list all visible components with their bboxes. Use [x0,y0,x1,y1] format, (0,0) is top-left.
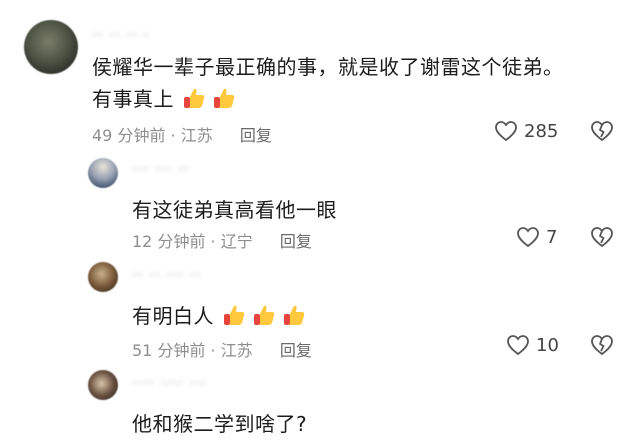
broken-heart-icon[interactable] [590,226,614,248]
like-count: 10 [536,334,559,356]
comment-text: 他和猴二学到啥了? [132,412,308,436]
separator: · [210,341,216,360]
location: 江苏 [220,341,253,360]
username[interactable]: ·· ·· ·· · [92,26,150,44]
comment-text-line2: 有事真上 [92,82,241,116]
comment-meta: 49 分钟前 · 江苏 回复 [92,122,272,146]
reply-button[interactable]: 回复 [240,126,272,145]
timestamp: 51 分钟前 [132,341,206,360]
like-count: 7 [546,226,558,248]
heart-icon [494,120,518,142]
like-button[interactable]: 285 [494,120,558,142]
like-button[interactable]: 10 [506,334,559,356]
heart-icon [506,334,530,356]
timestamp: 12 分钟前 [132,232,206,251]
like-button[interactable]: 7 [516,226,557,248]
timestamp: 49 分钟前 [92,126,166,145]
comment-text: 有这徒弟真高看他一眼 [132,198,337,222]
comment-meta: 12 分钟前 · 辽宁 回复 [132,228,312,252]
heart-icon [516,226,540,248]
broken-heart-icon[interactable] [590,334,614,356]
reply-button[interactable]: 回复 [280,232,312,251]
broken-heart-icon[interactable] [590,120,614,142]
separator: · [210,232,216,251]
avatar[interactable] [88,370,118,400]
comment-text: 侯耀华一辈子最正确的事，就是收了谢雷这个徒弟。 [92,55,564,79]
reply-button[interactable]: 回复 [280,341,312,360]
thumbs-up-emoji [281,302,307,328]
thumbs-up-emoji [211,85,237,111]
username[interactable]: ·· ·· ··· ·· [132,266,201,284]
comment-meta: 51 分钟前 · 江苏 回复 [132,337,312,361]
comment-text-row: 有明白人 [132,300,311,329]
separator: · [170,126,176,145]
thumbs-up-emoji [251,302,277,328]
avatar[interactable] [24,20,78,74]
location: 辽宁 [220,232,253,251]
thumbs-up-emoji [221,302,247,328]
location: 江苏 [180,126,213,145]
username[interactable]: ··· ··· ·· [132,160,190,178]
comment-text: 有明白人 [132,304,214,328]
like-count: 285 [524,120,559,142]
comment-text-continued: 有事真上 [92,87,174,111]
avatar[interactable] [88,262,118,292]
username[interactable]: ···· ···· ··· [132,374,207,392]
avatar[interactable] [88,158,118,188]
thumbs-up-emoji [181,85,207,111]
